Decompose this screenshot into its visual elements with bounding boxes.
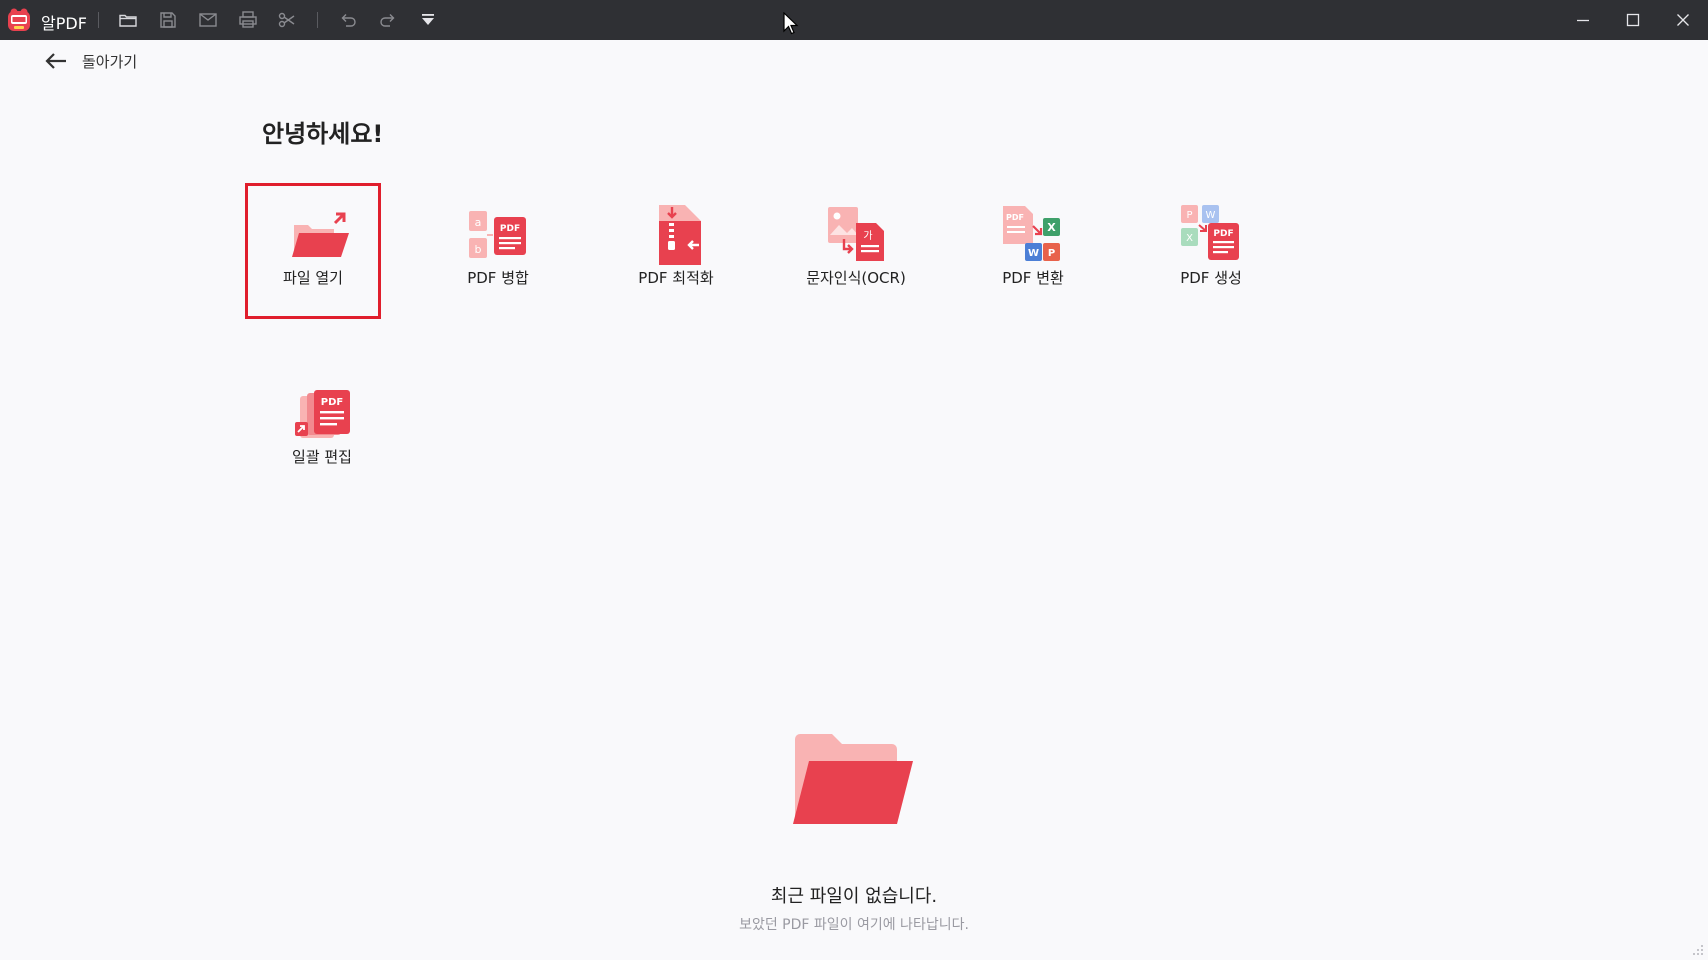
scissors-icon[interactable]	[277, 10, 297, 30]
ocr-icon: 가	[826, 205, 886, 267]
batch-edit-icon: PDF	[294, 390, 354, 452]
tool-ocr[interactable]: 가 문자인식(OCR)	[788, 183, 924, 319]
svg-text:a: a	[475, 216, 482, 229]
greeting-heading: 안녕하세요!	[262, 120, 384, 148]
redo-icon[interactable]	[378, 10, 398, 30]
tool-label: 파일 열기	[283, 269, 343, 287]
svg-text:X: X	[1047, 221, 1056, 234]
svg-text:P: P	[1186, 210, 1192, 221]
tool-compress-pdf[interactable]: PDF 최적화	[608, 183, 744, 319]
svg-text:PDF: PDF	[500, 224, 520, 234]
toolbar-divider	[98, 12, 99, 28]
folder-open-icon[interactable]	[118, 10, 138, 30]
arrow-left-icon	[45, 53, 66, 69]
resize-grip-icon[interactable]	[1692, 944, 1704, 956]
svg-text:가: 가	[863, 230, 872, 242]
toolbar-divider	[317, 12, 318, 28]
app-name: 알PDF	[41, 14, 87, 33]
svg-text:W: W	[1028, 248, 1039, 259]
app-logo-icon	[6, 7, 32, 33]
tool-label: 일괄 편집	[292, 448, 352, 466]
save-icon[interactable]	[158, 10, 178, 30]
tool-label: PDF 병합	[467, 269, 529, 287]
close-icon	[1677, 14, 1689, 26]
svg-text:b: b	[475, 243, 482, 256]
tool-merge-pdf[interactable]: a b PDF PDF 병합	[430, 183, 566, 319]
svg-text:PDF: PDF	[1213, 229, 1233, 239]
mouse-cursor-icon	[783, 12, 799, 35]
tool-create-pdf[interactable]: P W X PDF PDF 생성	[1143, 183, 1279, 319]
svg-text:PDF: PDF	[1006, 213, 1024, 222]
svg-text:PDF: PDF	[321, 397, 343, 408]
tool-open-file[interactable]: 파일 열기	[245, 183, 381, 319]
tool-label: 문자인식(OCR)	[806, 269, 906, 287]
maximize-icon	[1626, 13, 1640, 27]
open-file-icon	[291, 207, 351, 269]
maximize-button[interactable]	[1609, 0, 1657, 40]
svg-text:P: P	[1048, 248, 1055, 259]
print-icon[interactable]	[238, 10, 258, 30]
tool-label: PDF 생성	[1180, 269, 1242, 287]
undo-icon[interactable]	[338, 10, 358, 30]
tool-convert-pdf[interactable]: PDF X W P PDF 변환	[965, 183, 1101, 319]
recent-empty-title: 최근 파일이 없습니다.	[770, 886, 938, 907]
empty-folder-icon	[793, 734, 913, 824]
dropdown-icon[interactable]	[418, 10, 438, 30]
svg-text:X: X	[1186, 233, 1193, 244]
mail-icon[interactable]	[198, 10, 218, 30]
convert-pdf-icon: PDF X W P	[1001, 204, 1061, 266]
title-bar: 알PDF	[0, 0, 1708, 40]
create-pdf-icon: P W X PDF	[1180, 203, 1240, 265]
compress-pdf-icon	[655, 203, 715, 265]
tool-label: PDF 변환	[1002, 269, 1064, 287]
svg-text:W: W	[1206, 210, 1216, 221]
tool-label: PDF 최적화	[638, 269, 714, 287]
tool-batch-edit[interactable]: PDF 일괄 편집	[254, 360, 390, 496]
recent-empty-subtitle: 보았던 PDF 파일이 여기에 나타납니다.	[739, 917, 969, 933]
close-button[interactable]	[1659, 0, 1707, 40]
back-label: 돌아가기	[82, 53, 138, 71]
merge-pdf-icon: a b PDF	[467, 205, 527, 267]
minimize-button[interactable]	[1559, 0, 1607, 40]
minimize-icon	[1577, 19, 1589, 22]
